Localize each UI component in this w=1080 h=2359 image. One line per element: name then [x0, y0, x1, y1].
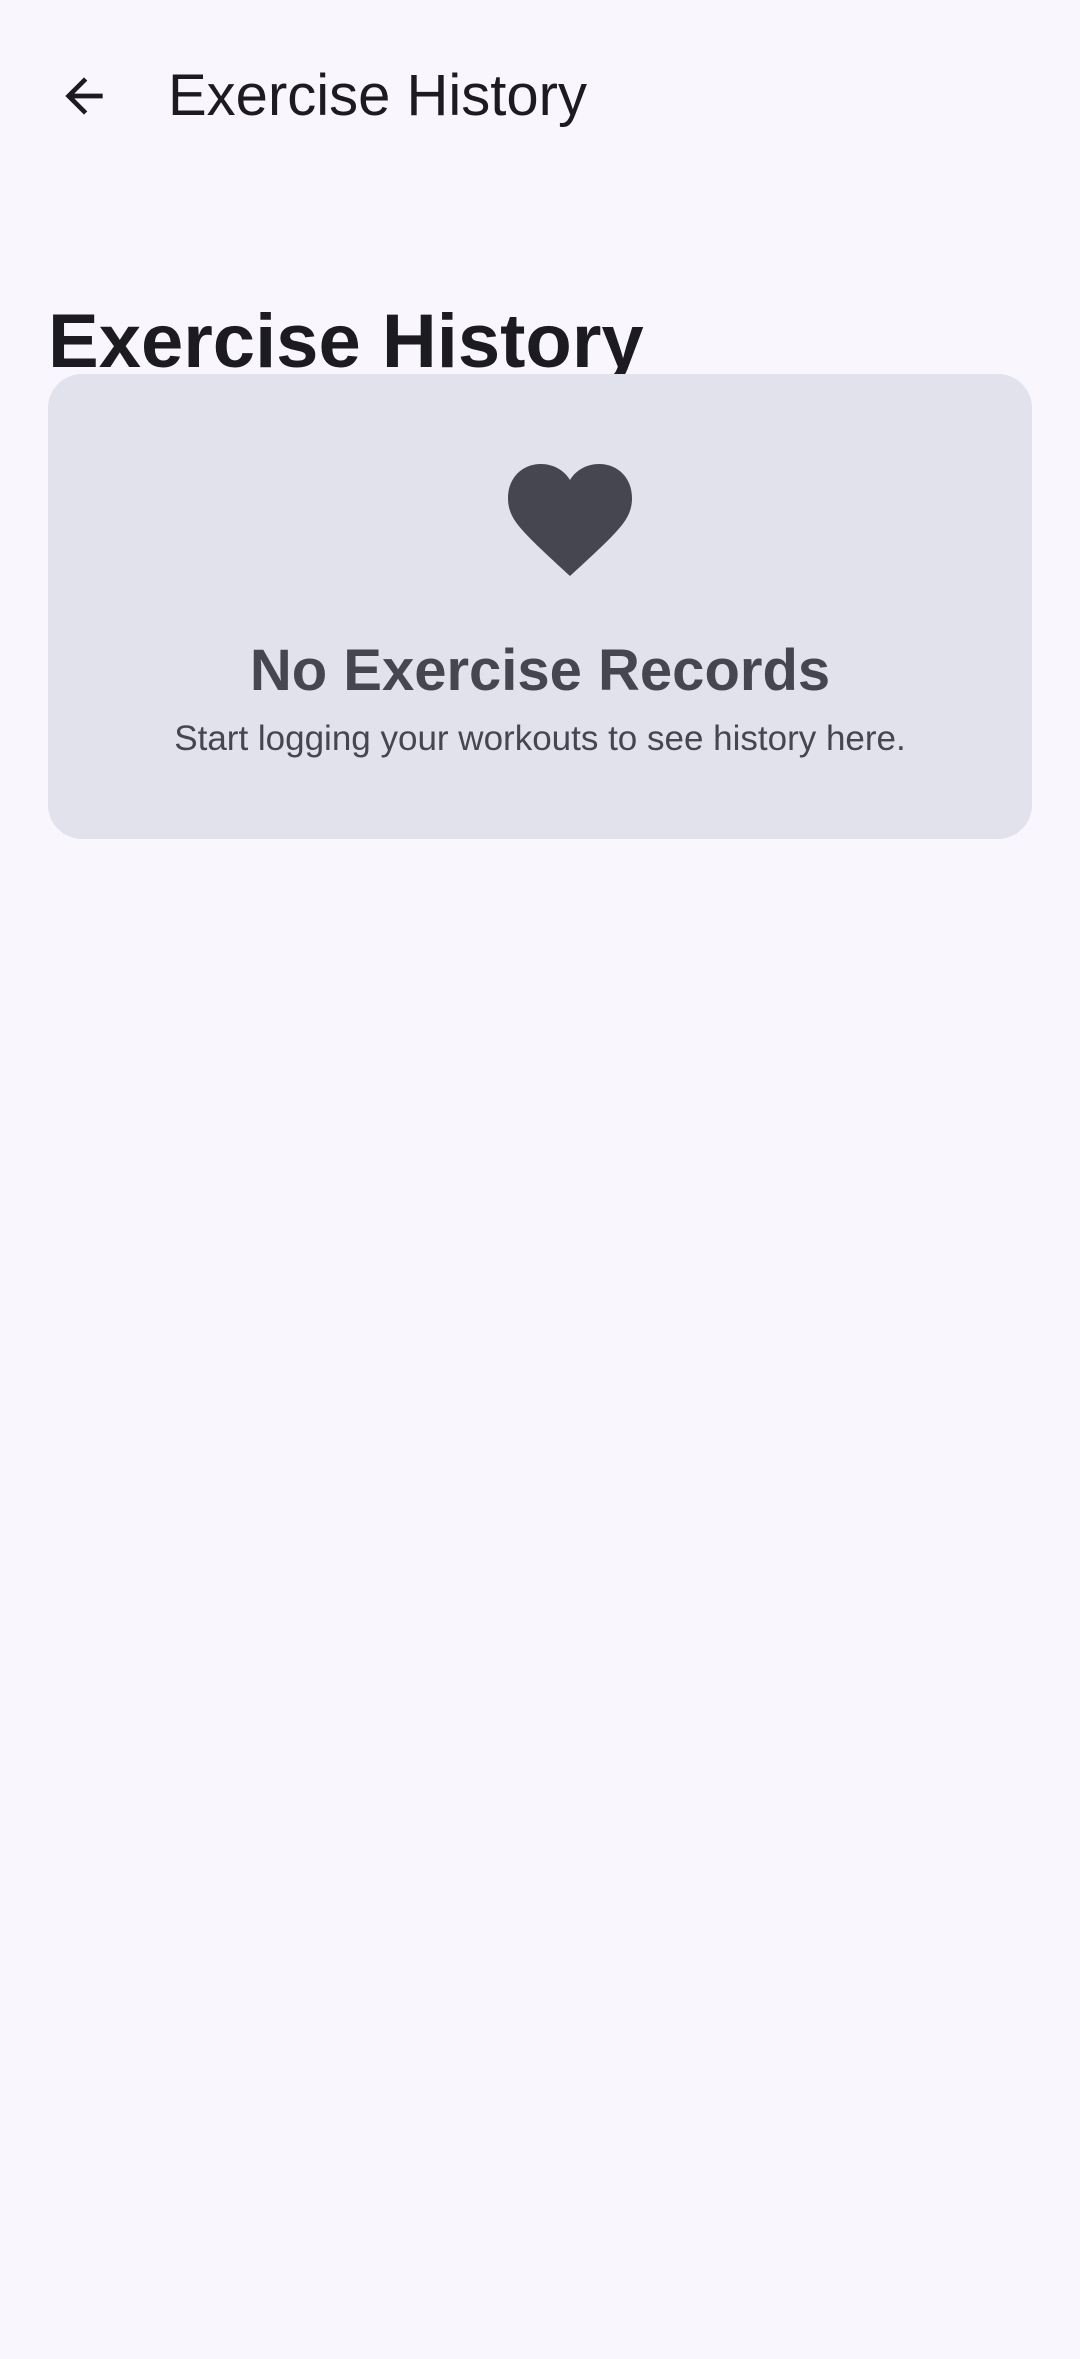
app-bar-title: Exercise History: [168, 63, 587, 128]
empty-state-message: Start logging your workouts to see histo…: [174, 719, 906, 758]
heart-icon: [508, 464, 632, 576]
empty-state-title: No Exercise Records: [249, 638, 831, 703]
top-app-bar: Exercise History: [0, 0, 1080, 190]
arrow-back-icon: [65, 77, 103, 115]
back-button[interactable]: [36, 48, 132, 144]
empty-state-card: No Exercise Records Start logging your w…: [48, 374, 1032, 839]
